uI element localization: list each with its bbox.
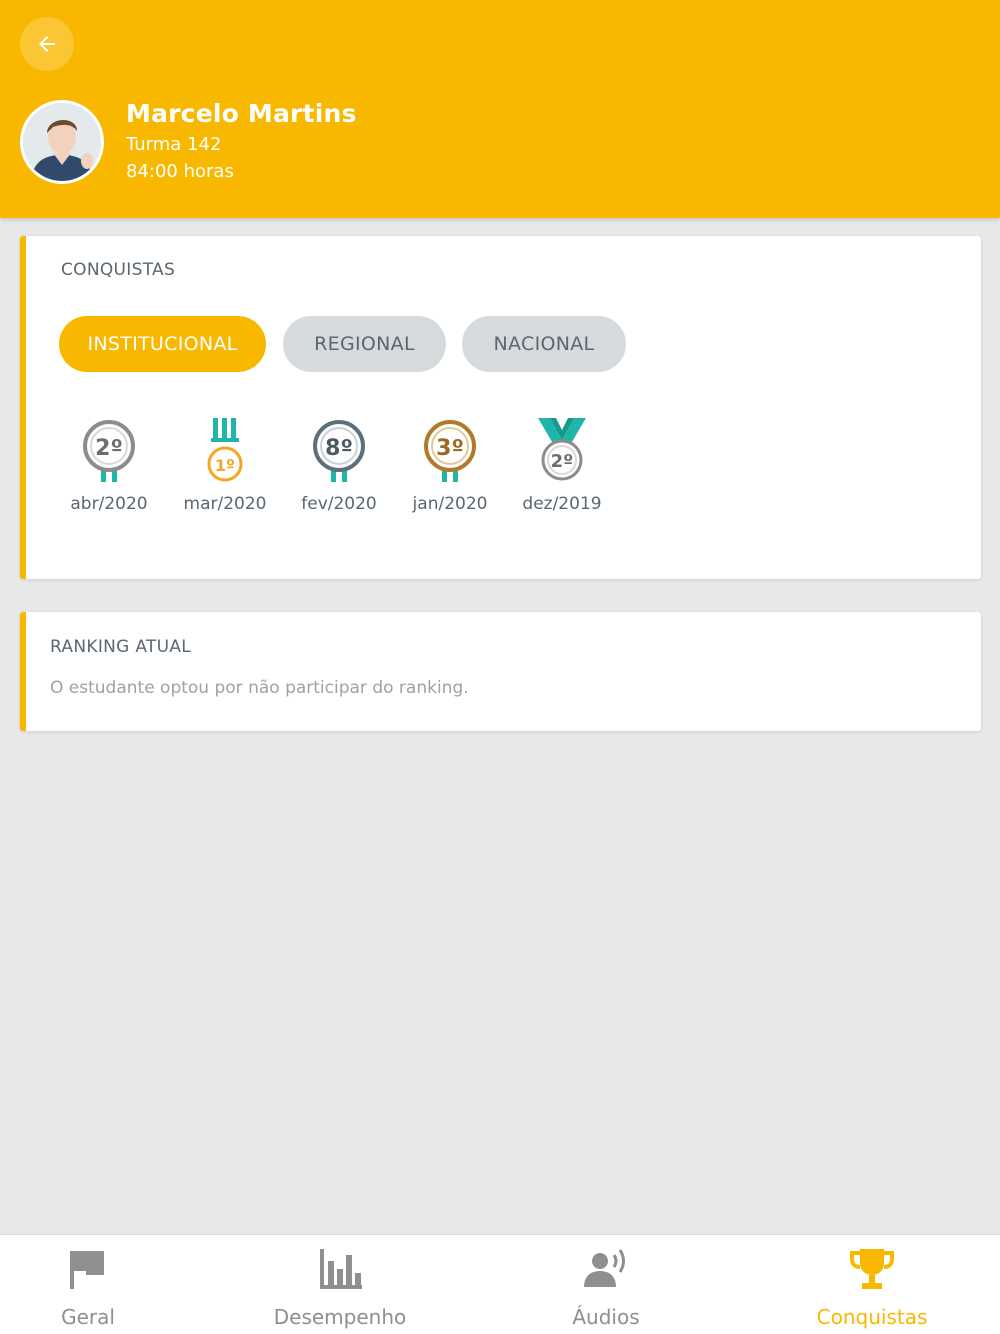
- avatar: [20, 100, 104, 184]
- medal-date: jan/2020: [412, 494, 488, 514]
- flag-icon: [70, 1251, 104, 1289]
- nav-label: Conquistas: [816, 1305, 928, 1329]
- bronze-medal-icon: 3º: [424, 420, 476, 482]
- achievements-card: CONQUISTAS: [20, 236, 981, 579]
- trophy-icon: [850, 1249, 894, 1289]
- medal-item[interactable]: 2º dez/2019: [522, 418, 602, 528]
- ranking-title: RANKING ATUAL: [50, 637, 192, 657]
- medal-date: abr/2020: [70, 494, 148, 514]
- speaking-person-icon: [584, 1249, 625, 1287]
- medal-item[interactable]: 3º jan/2020: [410, 418, 490, 528]
- steel-medal-icon: 8º: [313, 420, 365, 482]
- arrow-left-icon: [39, 36, 55, 52]
- student-class: Turma 142: [126, 134, 222, 155]
- nav-conquistas[interactable]: Conquistas: [802, 1235, 942, 1334]
- filter-institucional[interactable]: INSTITUCIONAL: [59, 316, 266, 372]
- bottom-navigation: Geral Desempenho Áudios Conquistas: [0, 1234, 1000, 1334]
- ranking-message: O estudante optou por não participar do …: [50, 678, 469, 698]
- student-hours: 84:00 horas: [126, 161, 234, 182]
- gold-medal-icon: 1º: [207, 418, 243, 482]
- medal-date: fev/2020: [301, 494, 377, 514]
- silver-medal-icon: 2º: [83, 420, 135, 482]
- filter-nacional[interactable]: NACIONAL: [462, 316, 626, 372]
- nav-audios[interactable]: Áudios: [546, 1235, 666, 1334]
- svg-text:8º: 8º: [325, 436, 353, 461]
- bar-chart-icon: [320, 1249, 362, 1289]
- filter-regional[interactable]: REGIONAL: [283, 316, 446, 372]
- svg-text:2º: 2º: [551, 451, 574, 472]
- profile-header: Marcelo Martins Turma 142 84:00 horas: [0, 0, 1000, 218]
- nav-label: Geral: [61, 1305, 115, 1329]
- nav-desempenho[interactable]: Desempenho: [260, 1235, 420, 1334]
- nav-label: Desempenho: [273, 1305, 407, 1329]
- student-name: Marcelo Martins: [126, 99, 357, 128]
- nav-label: Áudios: [572, 1305, 640, 1329]
- ranking-card: RANKING ATUAL O estudante optou por não …: [20, 612, 981, 731]
- medal-item[interactable]: 2º abr/2020: [69, 418, 149, 528]
- medal-item[interactable]: 8º fev/2020: [299, 418, 379, 528]
- silver-medal-v-ribbon-icon: 2º: [538, 418, 586, 481]
- svg-text:2º: 2º: [95, 436, 123, 461]
- medal-item[interactable]: 1º mar/2020: [183, 418, 267, 528]
- medal-date: dez/2019: [522, 494, 602, 514]
- svg-text:3º: 3º: [436, 436, 464, 461]
- back-button[interactable]: [20, 17, 74, 71]
- nav-geral[interactable]: Geral: [28, 1235, 148, 1334]
- achievements-title: CONQUISTAS: [61, 260, 176, 280]
- medal-date: mar/2020: [183, 494, 267, 514]
- svg-text:1º: 1º: [215, 456, 235, 475]
